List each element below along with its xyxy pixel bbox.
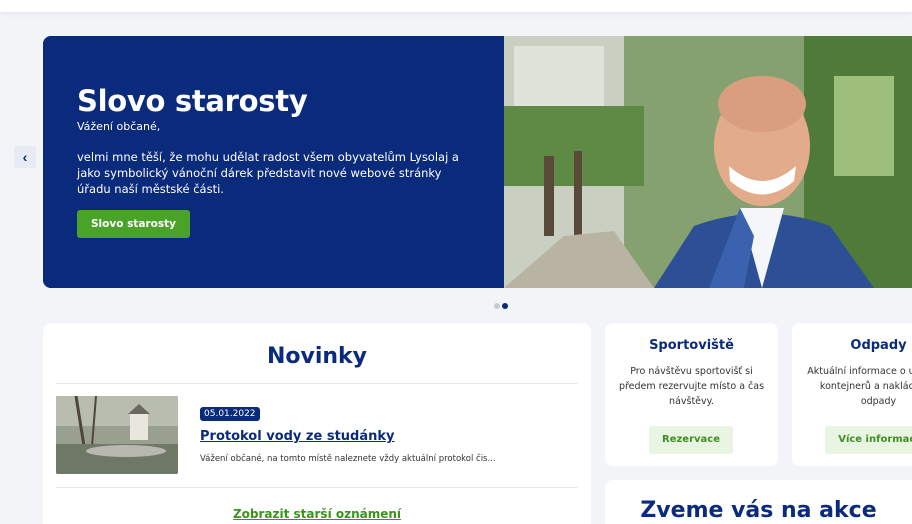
news-heading: Novinky: [266, 344, 368, 369]
chevron-left-icon: ‹: [22, 149, 28, 165]
older-announcements-link[interactable]: Zobrazit starší oznámení: [43, 507, 591, 521]
hero-carousel: Slovo starosty Vážení občané, velmi mne …: [43, 36, 912, 288]
hero-mayor-photo: [504, 36, 912, 288]
hero-body: velmi mne těší, že mohu udělat radost vš…: [77, 150, 459, 196]
card-title: Sportoviště: [649, 338, 734, 353]
hero-greeting: Vážení občané,: [77, 120, 161, 133]
carousel-dot-1[interactable]: [494, 303, 500, 309]
card-text: Pro návštěvu sportovišť si předem rezerv…: [618, 366, 765, 407]
news-divider: [56, 383, 578, 384]
card-text: Aktuální informace o umístění kontejnerů…: [807, 366, 912, 407]
reservation-button[interactable]: Rezervace: [649, 426, 733, 454]
news-thumbnail-image: [56, 396, 178, 474]
events-panel: Zveme vás na akce: [605, 480, 912, 524]
carousel-dots: [494, 294, 510, 313]
news-thumbnail[interactable]: [56, 396, 178, 474]
top-bar: [0, 0, 912, 12]
news-item-excerpt: Vážení občané, na tomto místě naleznete …: [200, 454, 496, 464]
carousel-dot-2[interactable]: [502, 303, 508, 309]
news-panel: Novinky 05.01.2022 Protokol vody ze stud…: [43, 323, 591, 524]
hero-photo-illustration: [504, 36, 912, 288]
card-sports-venues: Sportoviště Pro návštěvu sportovišť si p…: [605, 323, 778, 466]
more-info-button[interactable]: Více informací: [825, 426, 912, 454]
hero-text-panel: Slovo starosty Vážení občané, velmi mne …: [43, 36, 504, 288]
card-waste: Odpady Aktuální informace o umístění kon…: [792, 323, 912, 466]
carousel-prev-button[interactable]: ‹: [14, 146, 36, 168]
hero-title: Slovo starosty: [77, 84, 308, 118]
news-divider-bottom: [56, 487, 578, 488]
news-date-badge: 05.01.2022: [200, 407, 260, 421]
events-heading: Zveme vás na akce: [640, 498, 877, 523]
hero-cta-button[interactable]: Slovo starosty: [77, 210, 190, 238]
card-title: Odpady: [850, 338, 907, 353]
news-item-title-link[interactable]: Protokol vody ze studánky: [200, 429, 395, 444]
